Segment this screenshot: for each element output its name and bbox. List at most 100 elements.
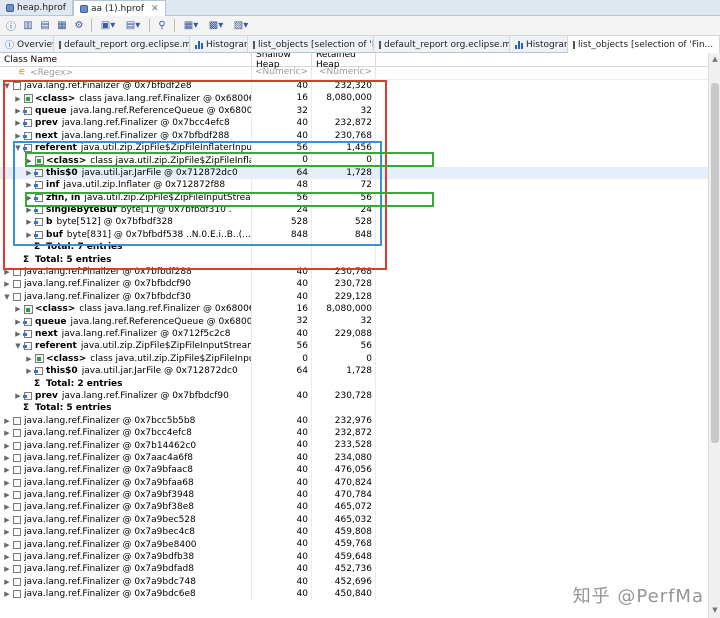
table-row[interactable]: ▶ java.lang.ref.Finalizer @ 0x7b14462c0 40… (0, 439, 708, 452)
expand-chevron-icon[interactable]: ▶ (13, 132, 23, 140)
collapse-chevron-icon[interactable]: ▼ (2, 293, 12, 301)
expand-chevron-icon[interactable]: ▶ (2, 491, 12, 499)
query-browser-dropdown-icon[interactable]: ▤▾ (122, 19, 144, 33)
export-dropdown-icon[interactable]: ▧▾ (230, 19, 252, 33)
expand-chevron-icon[interactable]: ▶ (24, 355, 34, 363)
column-header-retained-heap[interactable]: Retained Heap (312, 53, 376, 70)
expand-chevron-icon[interactable]: ▶ (2, 280, 12, 288)
expand-chevron-icon[interactable]: ▶ (2, 429, 12, 437)
run-report-dropdown-icon[interactable]: ▣▾ (97, 19, 119, 33)
tab-list-objects-active[interactable]: list_objects [selection of 'Fin... ✕ (568, 36, 720, 53)
table-row[interactable]: ▶ queue java.lang.ref.ReferenceQueue @ 0x6… (0, 104, 708, 118)
expand-chevron-icon[interactable]: ▶ (13, 95, 23, 103)
expand-chevron-icon[interactable]: ▶ (13, 330, 23, 338)
expand-chevron-icon[interactable]: ▶ (2, 442, 12, 450)
table-row[interactable]: ▼ java.lang.ref.Finalizer @ 0x7bfbdf2e8 40… (0, 80, 708, 93)
expand-chevron-icon[interactable]: ▶ (2, 503, 12, 511)
scroll-down-icon[interactable]: ▼ (709, 606, 720, 616)
table-row[interactable]: ▶ java.lang.ref.Finalizer @ 0x7a9bf3948 40… (0, 488, 708, 502)
table-row[interactable]: ▶ java.lang.ref.Finalizer @ 0x7bfbdcf90 40… (0, 278, 708, 291)
table-row[interactable]: ▶ next java.lang.ref.Finalizer @ 0x7bfbdf2… (0, 129, 708, 142)
close-icon[interactable]: ✕ (151, 4, 159, 14)
table-row[interactable]: ▶ zfin, in java.util.zip.ZipFile$ZipFileIn… (0, 191, 708, 204)
tab-default-report[interactable]: default_report org.eclipse.mat... (54, 36, 190, 53)
tab-overview[interactable]: ⓘ Overview (0, 36, 54, 53)
expand-chevron-icon[interactable]: ▶ (2, 466, 12, 474)
expand-chevron-icon[interactable]: ▶ (2, 590, 12, 598)
expand-chevron-icon[interactable]: ▶ (2, 479, 12, 487)
total-row[interactable]: Σ Total: 5 entries (0, 402, 708, 415)
editor-tab-heap-hprof[interactable]: heap.hprof (0, 0, 73, 16)
expand-chevron-icon[interactable]: ▶ (2, 528, 12, 536)
table-row[interactable]: ▶ queue java.lang.ref.ReferenceQueue @ 0x6… (0, 315, 708, 328)
tab-default-report[interactable]: default_report org.eclipse.mat... (374, 36, 510, 53)
retained-filter-input[interactable]: <Numeric> (312, 67, 376, 79)
table-row[interactable]: ▶ java.lang.ref.Finalizer @ 0x7a9bf38e8 40… (0, 501, 708, 514)
total-row[interactable]: Σ Total: 5 entries (0, 253, 708, 266)
expand-chevron-icon[interactable]: ▶ (2, 516, 12, 524)
table-row[interactable]: ▼ referent java.util.zip.ZipFile$ZipFileIn… (0, 141, 708, 155)
expand-chevron-icon[interactable]: ▶ (13, 318, 23, 326)
expand-chevron-icon[interactable]: ▶ (2, 268, 12, 276)
expand-chevron-icon[interactable]: ▶ (24, 206, 34, 214)
scroll-up-icon[interactable]: ▲ (709, 55, 720, 65)
editor-tab-aa-hprof[interactable]: aa (1).hprof ✕ (72, 0, 166, 16)
expand-chevron-icon[interactable]: ▶ (2, 417, 12, 425)
thread-overview-icon[interactable]: ⚙ (72, 19, 86, 33)
total-row[interactable]: Σ Total: 7 entries (0, 241, 708, 254)
expand-chevron-icon[interactable]: ▶ (2, 553, 12, 561)
expand-chevron-icon[interactable]: ▶ (13, 107, 23, 115)
expand-chevron-icon[interactable]: ▶ (13, 305, 23, 313)
table-row[interactable]: ▼ java.lang.ref.Finalizer @ 0x7bfbdcf30 40… (0, 290, 708, 304)
table-row[interactable]: ▶ singleByteBuf byte[1] @ 0x7bfbdf310 . 24 2… (0, 203, 708, 217)
table-row[interactable]: ▶ java.lang.ref.Finalizer @ 0x7a9bdfb38 40… (0, 550, 708, 564)
collapse-chevron-icon[interactable]: ▼ (13, 342, 23, 350)
vertical-scrollbar[interactable]: ▲ ▼ (708, 53, 720, 618)
calculate-retained-dropdown-icon[interactable]: ▩▾ (205, 19, 227, 33)
collapse-chevron-icon[interactable]: ▼ (13, 144, 23, 152)
table-row[interactable]: ▶ <class> class java.lang.ref.Finalizer @ … (0, 92, 708, 105)
table-row[interactable]: ▶ <class> class java.lang.ref.Finalizer @ … (0, 303, 708, 316)
info-icon[interactable]: ⓘ (4, 19, 18, 33)
column-header-class-name[interactable]: Class Name (0, 53, 252, 67)
table-row[interactable]: ▶ prev java.lang.ref.Finalizer @ 0x7bfbdcf… (0, 389, 708, 403)
scrollbar-thumb[interactable] (711, 83, 719, 443)
expand-chevron-icon[interactable]: ▶ (24, 194, 34, 202)
search-icon[interactable]: ⚲ (155, 19, 169, 33)
expand-chevron-icon[interactable]: ▶ (24, 157, 34, 165)
table-row[interactable]: ▶ java.lang.ref.Finalizer @ 0x7bcc5b5b8 40… (0, 414, 708, 427)
table-row[interactable]: ▶ prev java.lang.ref.Finalizer @ 0x7bcc4ef… (0, 117, 708, 130)
table-row[interactable]: ▶ b byte[512] @ 0x7bfbdf328 528 528 (0, 216, 708, 229)
expand-chevron-icon[interactable]: ▶ (2, 565, 12, 573)
table-row[interactable]: ▶ this$0 java.util.jar.JarFile @ 0x712872d… (0, 166, 708, 180)
table-row[interactable]: ▶ this$0 java.util.jar.JarFile @ 0x712872d… (0, 364, 708, 378)
total-row[interactable]: Σ Total: 2 entries (0, 377, 708, 390)
tab-histogram[interactable]: Histogram (510, 36, 568, 53)
oql-icon[interactable]: ▦ (55, 19, 69, 33)
regex-filter-input[interactable]: ⚟ <Regex> (0, 67, 252, 79)
collapse-chevron-icon[interactable]: ▼ (2, 82, 12, 90)
table-row[interactable]: ▶ java.lang.ref.Finalizer @ 0x7a9bec528 40… (0, 513, 708, 527)
table-row[interactable]: ▶ <class> class java.util.zip.ZipFile$ZipF… (0, 154, 708, 167)
expand-chevron-icon[interactable]: ▶ (2, 541, 12, 549)
table-row[interactable]: ▼ referent java.util.zip.ZipFile$ZipFileIn… (0, 340, 708, 353)
expand-chevron-icon[interactable]: ▶ (13, 119, 23, 127)
table-row[interactable]: ▶ java.lang.ref.Finalizer @ 0x7aac4a6f8 40… (0, 451, 708, 465)
table-row[interactable]: ▶ java.lang.ref.Finalizer @ 0x7bfbdf288 40… (0, 265, 708, 279)
tab-histogram[interactable]: Histogram (190, 36, 248, 53)
table-row[interactable]: ▶ java.lang.ref.Finalizer @ 0x7bcc4efc8 40… (0, 426, 708, 440)
table-row[interactable]: ▶ java.lang.ref.Finalizer @ 0x7a9bfaa68 40… (0, 476, 708, 489)
column-header-shallow-heap[interactable]: Shallow Heap (252, 53, 312, 70)
table-row[interactable]: ▶ java.lang.ref.Finalizer @ 0x7a9bfaac8 40… (0, 464, 708, 477)
expand-chevron-icon[interactable]: ▶ (13, 392, 23, 400)
expand-chevron-icon[interactable]: ▶ (2, 578, 12, 586)
shallow-filter-input[interactable]: <Numeric> (252, 67, 312, 79)
table-row[interactable]: ▶ java.lang.ref.Finalizer @ 0x7a9bdfad8 40… (0, 563, 708, 576)
table-row[interactable]: ▶ <class> class java.util.zip.ZipFile$ZipF… (0, 352, 708, 365)
table-row[interactable]: ▶ inf java.util.zip.Inflater @ 0x712872f88… (0, 179, 708, 192)
table-row[interactable]: ▶ java.lang.ref.Finalizer @ 0x7a9be8400 40… (0, 538, 708, 551)
table-row[interactable]: ▶ buf byte[831] @ 0x7bfbdf538 ..N.0.E.i..B… (0, 228, 708, 242)
expand-chevron-icon[interactable]: ▶ (24, 367, 34, 375)
tab-list-objects[interactable]: list_objects [selection of 'Fin... (248, 36, 374, 53)
group-by-dropdown-icon[interactable]: ▦▾ (180, 19, 202, 33)
